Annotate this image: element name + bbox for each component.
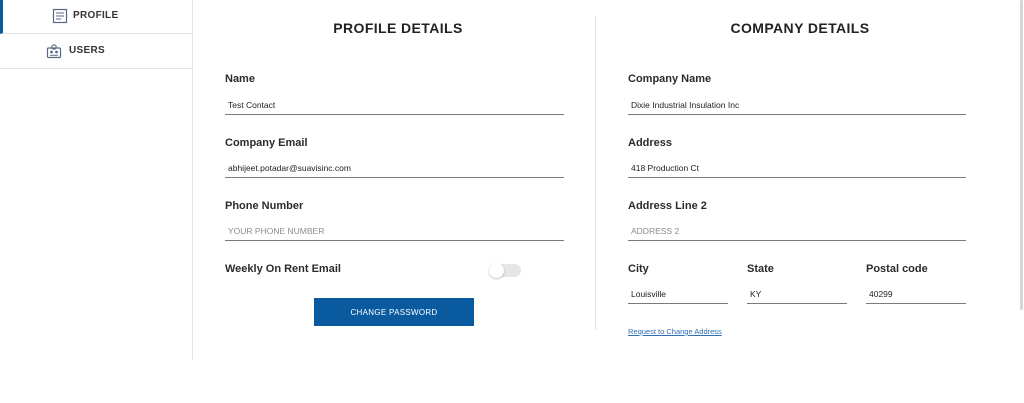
address-label: Address <box>628 137 673 149</box>
address-line-2-field[interactable] <box>628 221 966 241</box>
phone-number-field[interactable] <box>225 221 564 241</box>
company-name-label: Company Name <box>628 73 712 85</box>
sidebar-item-label: PROFILE <box>73 10 119 21</box>
name-field[interactable] <box>225 95 564 115</box>
address-line-2-label: Address Line 2 <box>628 200 707 212</box>
state-label: State <box>747 263 774 275</box>
section-divider <box>595 16 596 330</box>
sidebar: PROFILE USERS <box>0 0 193 360</box>
phone-number-label: Phone Number <box>225 200 304 212</box>
users-icon <box>46 43 62 59</box>
name-label: Name <box>225 73 255 85</box>
sidebar-item-profile[interactable]: PROFILE <box>0 0 192 34</box>
profile-details-title: PROFILE DETAILS <box>333 20 463 36</box>
address-field[interactable] <box>628 158 966 178</box>
change-password-button[interactable]: CHANGE PASSWORD <box>314 298 474 326</box>
postal-code-field[interactable] <box>866 284 966 304</box>
profile-card-icon <box>52 8 68 24</box>
sidebar-item-users[interactable]: USERS <box>0 34 192 69</box>
company-email-field[interactable] <box>225 158 564 178</box>
sidebar-item-label: USERS <box>69 45 105 56</box>
postal-code-label: Postal code <box>866 263 928 275</box>
company-details-title: COMPANY DETAILS <box>730 20 870 36</box>
state-field[interactable] <box>747 284 847 304</box>
scrollbar-thumb[interactable] <box>1020 0 1023 310</box>
weekly-rent-email-label: Weekly On Rent Email <box>225 263 341 275</box>
city-label: City <box>628 263 649 275</box>
toggle-knob <box>489 263 504 278</box>
company-email-label: Company Email <box>225 137 308 149</box>
request-change-address-link[interactable]: Request to Change Address <box>628 327 722 336</box>
weekly-rent-email-toggle[interactable] <box>489 263 521 278</box>
company-name-field[interactable] <box>628 95 966 115</box>
city-field[interactable] <box>628 284 728 304</box>
